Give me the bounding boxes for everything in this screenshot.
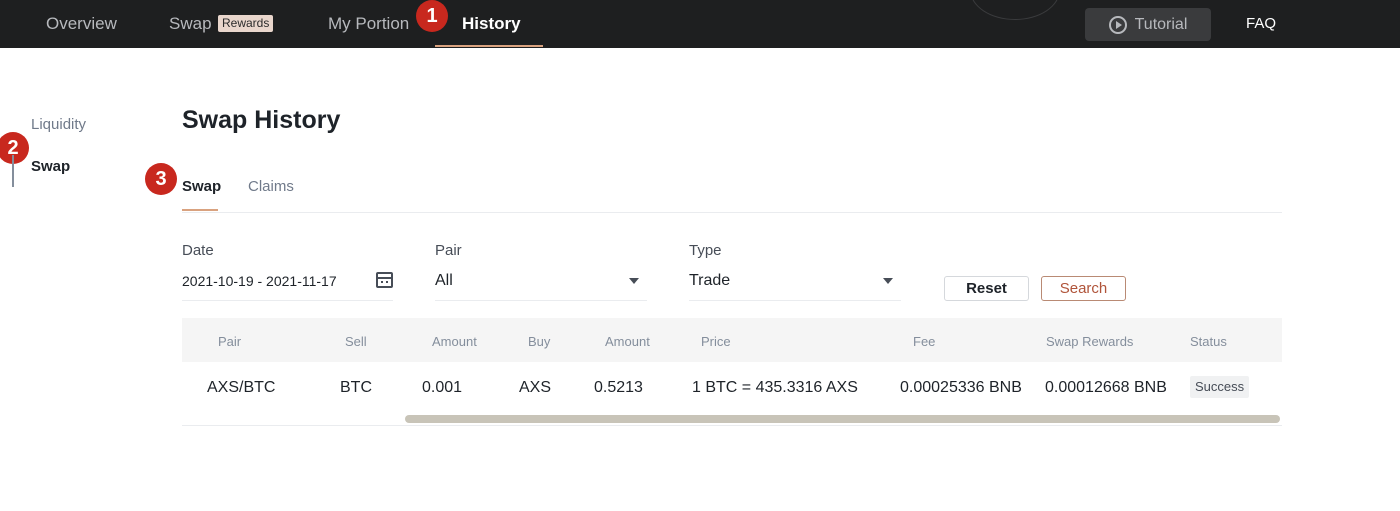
date-label: Date [182, 242, 214, 259]
cell-swap-rewards: 0.00012668 BNB [1045, 379, 1167, 396]
cell-price: 1 BTC = 435.3316 AXS [692, 379, 858, 396]
cell-buy-amount: 0.5213 [594, 379, 643, 396]
column-header-fee: Fee [913, 334, 936, 349]
type-select-value: Trade [689, 272, 731, 289]
table-header: Pair Sell Amount Buy Amount Price Fee Sw… [182, 318, 1282, 362]
tab-active-indicator [182, 209, 218, 211]
header-decoration [970, 0, 1060, 20]
pair-select[interactable]: All [435, 266, 647, 301]
nav-my-portion[interactable]: My Portion [328, 14, 409, 34]
tutorial-label: Tutorial [1134, 15, 1188, 33]
chevron-down-icon [883, 278, 893, 284]
table-row: AXS/BTC BTC 0.001 AXS 0.5213 1 BTC = 435… [182, 362, 1282, 412]
column-header-swap-rewards: Swap Rewards [1046, 334, 1134, 349]
annotation-marker-3: 3 [145, 163, 177, 195]
cell-sell: BTC [340, 379, 372, 396]
date-range-picker[interactable]: 2021-10-19 - 2021-11-17 [182, 266, 393, 301]
column-header-sell-amount: Amount [432, 334, 477, 349]
pair-select-value: All [435, 272, 453, 289]
column-header-buy-amount: Amount [605, 334, 650, 349]
sidebar-active-indicator [12, 155, 14, 187]
column-header-buy: Buy [528, 334, 551, 349]
rewards-badge: Rewards [218, 15, 274, 32]
scrollbar-thumb[interactable] [405, 415, 1280, 423]
tab-swap[interactable]: Swap [182, 178, 221, 195]
nav-active-indicator [435, 45, 543, 47]
chevron-down-icon [629, 278, 639, 284]
pair-label: Pair [435, 242, 462, 259]
cell-sell-amount: 0.001 [422, 379, 463, 396]
cell-pair: AXS/BTC [207, 379, 276, 396]
tab-claims[interactable]: Claims [248, 178, 294, 195]
nav-overview[interactable]: Overview [46, 14, 117, 34]
nav-history[interactable]: History [462, 14, 521, 34]
nav-swap[interactable]: Swap [169, 14, 212, 34]
column-header-sell: Sell [345, 334, 367, 349]
cell-buy: AXS [519, 379, 552, 396]
cell-fee: 0.00025336 BNB [900, 379, 1022, 396]
status-badge: Success [1190, 376, 1250, 398]
tabs-divider [182, 212, 1282, 213]
column-header-pair: Pair [218, 334, 242, 349]
date-range-value: 2021-10-19 - 2021-11-17 [182, 273, 337, 289]
column-header-status: Status [1190, 334, 1227, 349]
reset-button[interactable]: Reset [944, 276, 1029, 301]
search-button[interactable]: Search [1041, 276, 1126, 301]
type-select[interactable]: Trade [689, 266, 901, 301]
page-title: Swap History [182, 106, 341, 134]
type-label: Type [689, 242, 722, 259]
annotation-marker-2: 2 [0, 132, 29, 164]
column-header-price: Price [701, 334, 731, 349]
horizontal-scrollbar[interactable] [182, 412, 1282, 426]
faq-link[interactable]: FAQ [1246, 15, 1276, 32]
sidebar-item-swap[interactable]: Swap [31, 158, 70, 175]
top-nav-bar: Overview Swap Rewards My Portion History… [0, 0, 1400, 48]
play-icon [1108, 15, 1127, 34]
tutorial-button[interactable]: Tutorial [1085, 8, 1211, 41]
calendar-icon[interactable] [376, 272, 393, 288]
sidebar-item-liquidity[interactable]: Liquidity [31, 116, 86, 133]
annotation-marker-1: 1 [416, 0, 448, 32]
